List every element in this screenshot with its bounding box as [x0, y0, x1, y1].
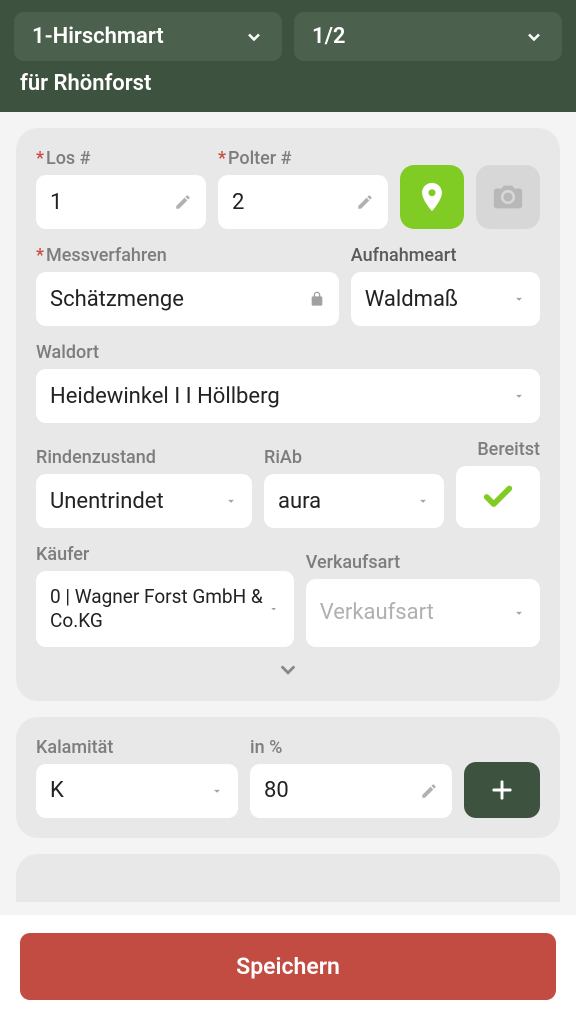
waldort-select[interactable]: Heidewinkel I I Höllberg: [36, 369, 540, 423]
los-input[interactable]: 1: [36, 175, 206, 229]
pencil-icon: [174, 193, 192, 211]
kalamitaet-value: K: [50, 778, 64, 803]
kalamitaet-label: Kalamität: [36, 737, 238, 758]
bereitst-label: Bereitst: [456, 439, 540, 460]
caret-down-icon: [512, 389, 526, 403]
caret-down-icon: [512, 606, 526, 620]
riab-select[interactable]: aura: [264, 474, 444, 528]
add-button[interactable]: [464, 762, 540, 818]
kaeufer-select[interactable]: 0 | Wagner Forst GmbH & Co.KG: [36, 571, 294, 647]
percent-input[interactable]: 80: [250, 764, 452, 818]
rindenzustand-value: Unentrindet: [50, 489, 164, 514]
kalamitaet-select[interactable]: K: [36, 764, 238, 818]
main-form-card: Los # 1 Polter # 2: [16, 128, 560, 701]
header-select-1-value: 1-Hirschmart: [32, 24, 164, 49]
percent-label: in %: [250, 737, 452, 758]
camera-button[interactable]: [476, 165, 540, 229]
polter-label: Polter #: [218, 148, 388, 169]
camera-icon: [491, 180, 525, 214]
waldort-value: Heidewinkel I I Höllberg: [50, 384, 280, 409]
save-label: Speichern: [236, 953, 340, 980]
riab-value: aura: [278, 489, 321, 514]
messverfahren-value: Schätzmenge: [50, 287, 184, 312]
header-select-1[interactable]: 1-Hirschmart: [14, 12, 282, 61]
caret-down-icon: [268, 602, 279, 616]
kaeufer-label: Käufer: [36, 544, 294, 565]
chevron-down-icon: [244, 27, 264, 47]
bereitst-toggle[interactable]: [456, 466, 540, 528]
app-header: 1-Hirschmart 1/2 für Rhönforst: [0, 0, 576, 112]
lock-icon: [309, 291, 325, 307]
aufnahmeart-value: Waldmaß: [365, 287, 458, 312]
caret-down-icon: [210, 784, 224, 798]
riab-label: RiAb: [264, 447, 444, 468]
next-card-partial: [16, 854, 560, 902]
chevron-down-icon: [524, 27, 544, 47]
polter-value: 2: [232, 190, 244, 215]
rindenzustand-select[interactable]: Unentrindet: [36, 474, 252, 528]
pencil-icon: [420, 782, 438, 800]
caret-down-icon: [512, 292, 526, 306]
expand-toggle[interactable]: [36, 655, 540, 681]
header-select-2[interactable]: 1/2: [294, 12, 562, 61]
header-select-2-value: 1/2: [312, 24, 346, 49]
verkaufsart-placeholder: Verkaufsart: [320, 600, 434, 625]
rindenzustand-label: Rindenzustand: [36, 447, 252, 468]
chevron-down-icon: [272, 659, 304, 681]
los-label: Los #: [36, 148, 206, 169]
messverfahren-input[interactable]: Schätzmenge: [36, 272, 339, 326]
aufnahmeart-select[interactable]: Waldmaß: [351, 272, 540, 326]
plus-icon: [488, 776, 516, 804]
aufnahmeart-label: Aufnahmeart: [351, 245, 540, 266]
location-button[interactable]: [400, 165, 464, 229]
caret-down-icon: [416, 494, 430, 508]
polter-input[interactable]: 2: [218, 175, 388, 229]
save-button[interactable]: Speichern: [20, 933, 556, 1000]
content-area: Los # 1 Polter # 2: [0, 112, 576, 942]
caret-down-icon: [224, 494, 238, 508]
location-pin-icon: [415, 180, 449, 214]
los-value: 1: [50, 190, 62, 215]
verkaufsart-select[interactable]: Verkaufsart: [306, 579, 540, 647]
messverfahren-label: Messverfahren: [36, 245, 339, 266]
verkaufsart-label: Verkaufsart: [306, 552, 540, 573]
percent-value: 80: [264, 778, 289, 803]
pencil-icon: [356, 193, 374, 211]
save-bar: Speichern: [0, 915, 576, 1024]
kalamitaet-card: Kalamität K in % 80: [16, 717, 560, 838]
check-icon: [481, 480, 515, 514]
kaeufer-value: 0 | Wagner Forst GmbH & Co.KG: [50, 585, 268, 633]
waldort-label: Waldort: [36, 342, 540, 363]
page-subtitle: für Rhönforst: [14, 71, 562, 98]
